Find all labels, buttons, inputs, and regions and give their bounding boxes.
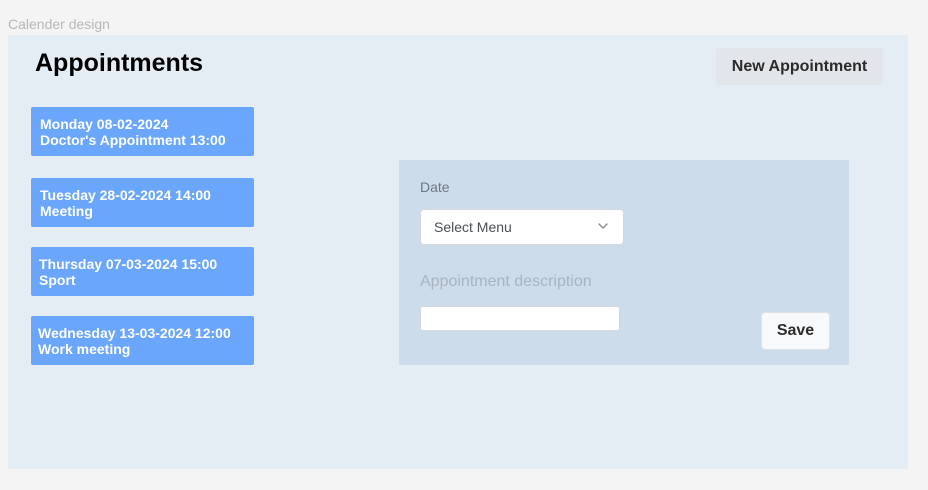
appointment-form-panel: Date Select Menu Appointment description… [399, 160, 849, 365]
appointment-date: Tuesday 28-02-2024 14:00 [40, 187, 211, 203]
appointment-date: Wednesday 13-03-2024 12:00 [38, 325, 231, 341]
page-title: Appointments [35, 49, 204, 77]
new-appointment-button[interactable]: New Appointment [716, 48, 883, 85]
appointments-screen: Appointments New Appointment Monday 08-0… [8, 35, 908, 469]
chevron-down-icon [598, 223, 608, 229]
appointment-title: Sport [39, 272, 76, 288]
appointment-title: Meeting [40, 203, 93, 219]
appointment-card[interactable]: Wednesday 13-03-2024 12:00 Work meeting [31, 316, 254, 365]
description-input[interactable] [420, 306, 620, 331]
appointment-date: Thursday 07-03-2024 15:00 [39, 256, 218, 272]
date-select[interactable]: Select Menu [420, 209, 624, 245]
date-select-value: Select Menu [434, 219, 512, 235]
appointment-date: Monday 08-02-2024 [40, 116, 169, 132]
save-button[interactable]: Save [761, 312, 830, 350]
appointment-card[interactable]: Thursday 07-03-2024 15:00 Sport [31, 247, 254, 296]
frame-label: Calender design [8, 16, 110, 32]
appointment-card[interactable]: Tuesday 28-02-2024 14:00 Meeting [31, 178, 254, 227]
description-label: Appointment description [420, 273, 592, 290]
appointment-card[interactable]: Monday 08-02-2024 Doctor's Appointment 1… [31, 107, 254, 156]
appointment-title: Work meeting [38, 341, 131, 357]
appointment-title: Doctor's Appointment 13:00 [40, 132, 226, 148]
date-label: Date [420, 179, 450, 195]
